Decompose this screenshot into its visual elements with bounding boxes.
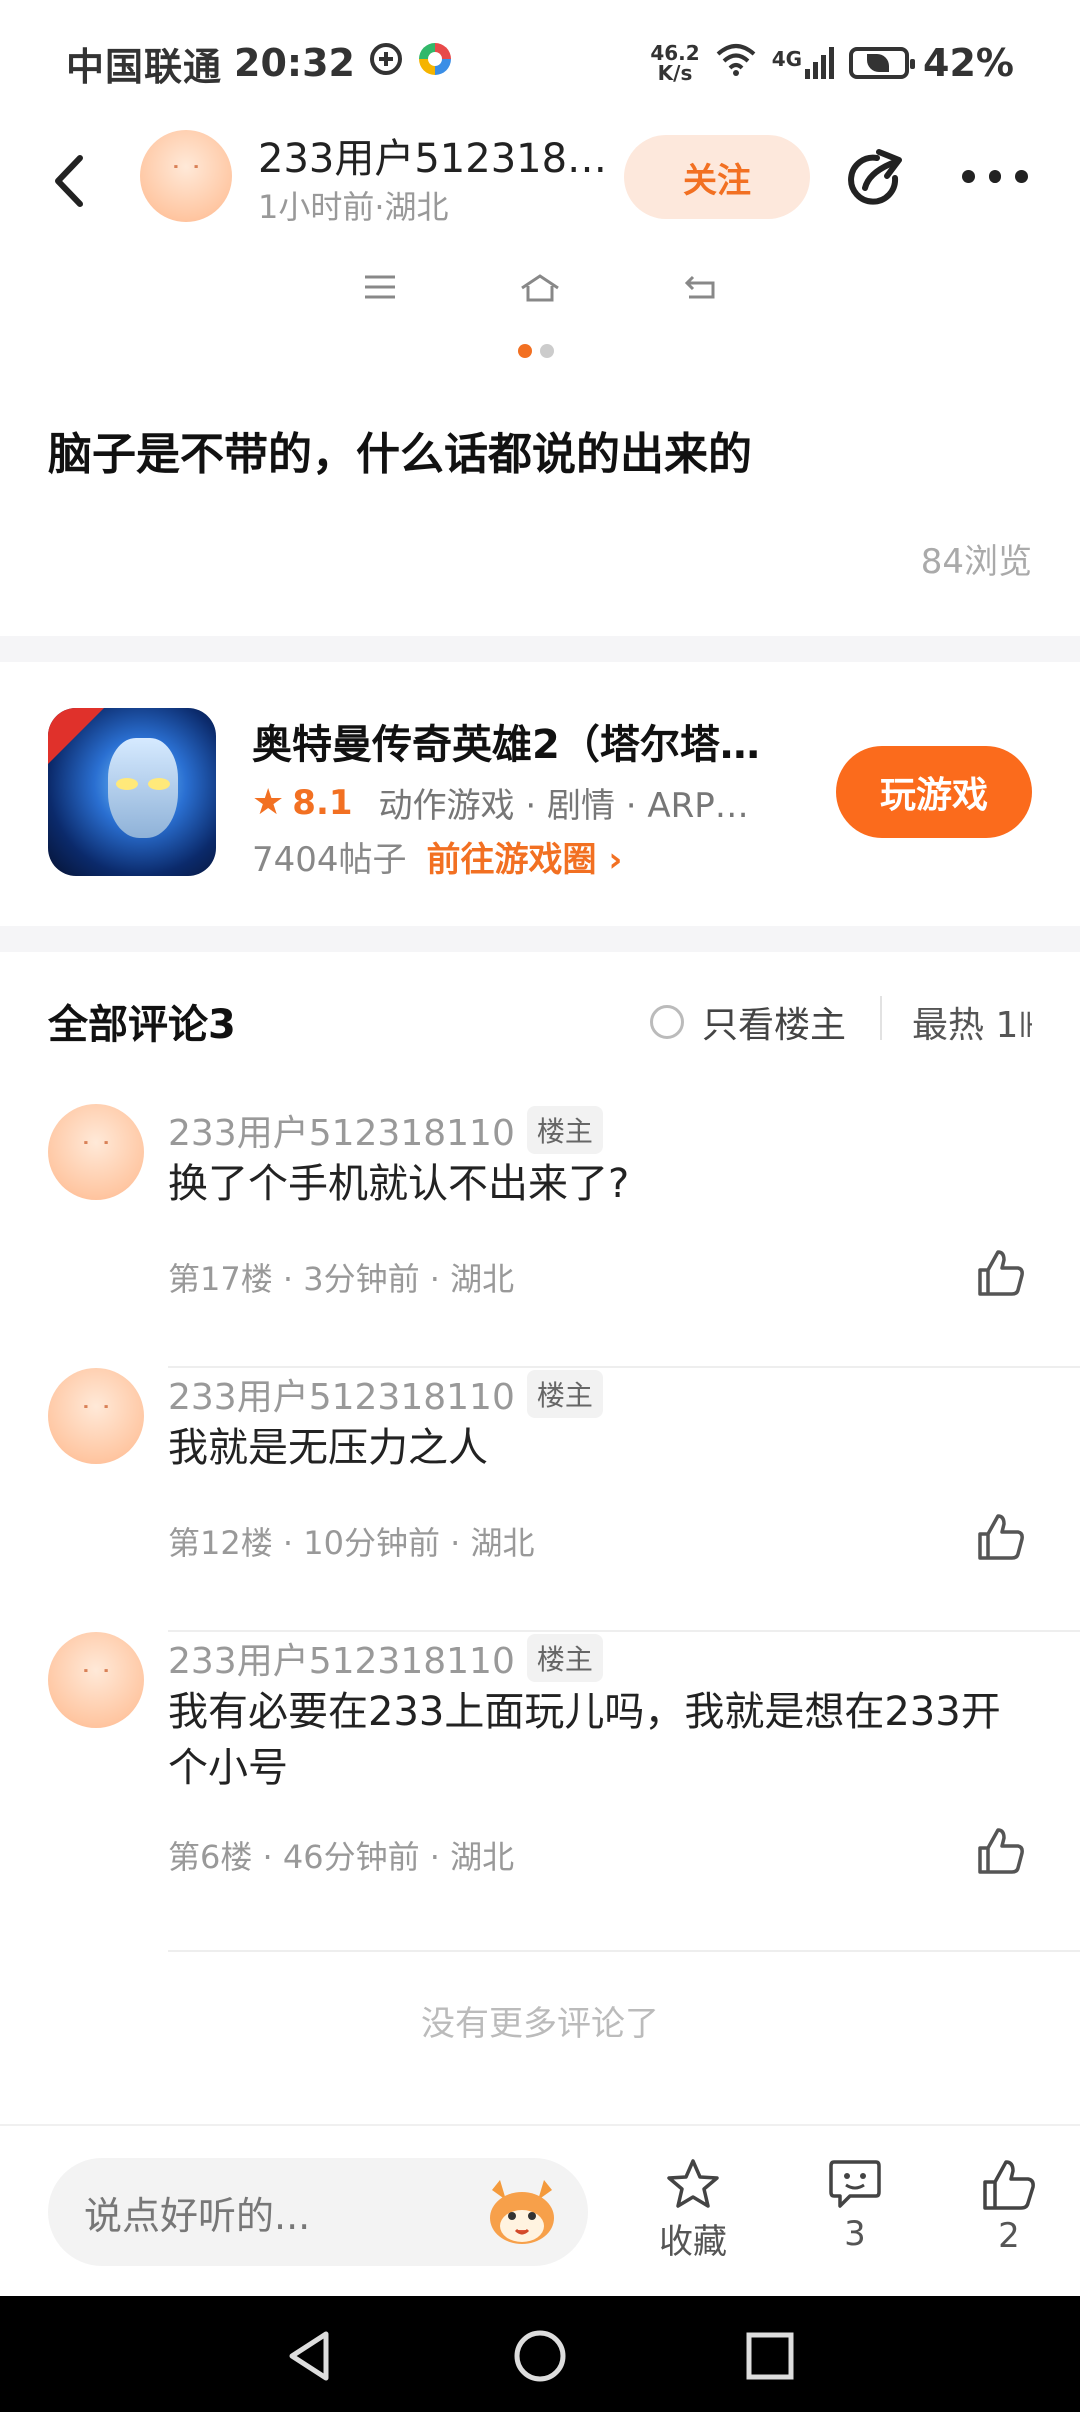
follow-button[interactable]: 关注 xyxy=(624,135,810,219)
game-rating: 8.1 xyxy=(292,782,353,823)
like-count: 2 xyxy=(998,2216,1020,2256)
comment-count: 3 xyxy=(844,2214,866,2254)
divider xyxy=(880,996,882,1040)
post-content: 脑子是不带的，什么话都说的出来的 84浏览 xyxy=(0,236,1080,636)
commenter-avatar[interactable]: ˙ ˙ xyxy=(48,1104,144,1200)
only-owner-toggle[interactable]: 只看楼主 xyxy=(650,996,846,1048)
signal-icon: 4G xyxy=(772,47,835,79)
game-post-count: 7404帖子 xyxy=(252,840,407,880)
clock: 20:32 xyxy=(234,41,355,85)
commenter-avatar[interactable]: ˙ ˙ xyxy=(48,1632,144,1728)
comment-text: 我就是无压力之人 xyxy=(168,1425,488,1471)
comment-meta: 第6楼 · 46分钟前 · 湖北 xyxy=(168,1838,515,1876)
comment-item: ˙ ˙ 233用户512318110 楼主 我就是无压力之人 第12楼 · 10… xyxy=(0,1368,1080,1632)
mascot-emoji-icon[interactable] xyxy=(482,2176,562,2248)
avatar-face-icon: ˙ ˙ xyxy=(169,162,203,190)
commenter-name[interactable]: 233用户512318110 楼主 xyxy=(168,1632,603,1684)
post-time-location: 1小时前·湖北 xyxy=(258,188,449,226)
system-nav-bar xyxy=(0,2296,1080,2412)
like-button[interactable]: 2 xyxy=(954,2158,1064,2268)
menu-icon[interactable] xyxy=(350,267,410,307)
nav-back-icon[interactable] xyxy=(282,2328,338,2384)
image-pager-dots xyxy=(518,344,554,358)
status-bar: 中国联通 20:32 46.2 K/s 4G 42% xyxy=(0,0,1080,126)
wifi-icon xyxy=(714,41,758,85)
view-count: 84浏览 xyxy=(920,542,1032,582)
bottom-action-bar: 说点好听的... 收藏 3 2 xyxy=(0,2124,1080,2296)
battery-level: 42% xyxy=(923,41,1014,85)
more-options-icon[interactable] xyxy=(962,166,1029,186)
comment-meta: 第17楼 · 3分钟前 · 湖北 xyxy=(168,1260,515,1298)
comment-item: ˙ ˙ 233用户512318110 楼主 换了个手机就认不出来了? 第17楼 … xyxy=(0,1104,1080,1368)
author-name[interactable]: 233用户5123181… xyxy=(258,126,618,184)
comment-text: 我有必要在233上面玩儿吗，我就是想在233开个小号 xyxy=(168,1689,1001,1791)
game-info-row: ★ 8.1 动作游戏 · 剧情 · ARP… xyxy=(252,778,772,827)
comments-section: 全部评论3 只看楼主 最热 1⊩ ˙ ˙ 233用户512318110 楼主 换… xyxy=(0,952,1080,2124)
goto-game-circle-link[interactable]: 前往游戏圈 › xyxy=(427,832,623,881)
game-icon[interactable] xyxy=(48,708,216,876)
game-card[interactable]: 奥特曼传奇英雄2（塔尔塔… ★ 8.1 动作游戏 · 剧情 · ARP… 740… xyxy=(0,662,1080,926)
commenter-avatar[interactable]: ˙ ˙ xyxy=(48,1368,144,1464)
comment-meta: 第12楼 · 10分钟前 · 湖北 xyxy=(168,1524,535,1562)
owner-badge: 楼主 xyxy=(526,1634,603,1682)
play-game-button[interactable]: 玩游戏 xyxy=(836,746,1032,838)
pager-dot xyxy=(540,344,554,358)
colorful-app-icon xyxy=(417,41,453,86)
comment-text: 换了个手机就认不出来了? xyxy=(168,1161,630,1207)
battery-icon xyxy=(849,47,916,79)
nav-recents-icon[interactable] xyxy=(742,2328,798,2384)
pager-dot-active xyxy=(518,344,532,358)
like-icon[interactable] xyxy=(976,1512,1026,1562)
like-icon[interactable] xyxy=(976,1248,1026,1298)
return-icon[interactable] xyxy=(670,267,730,307)
comments-header: 全部评论3 xyxy=(48,1002,236,1048)
back-button[interactable] xyxy=(50,154,90,208)
owner-badge: 楼主 xyxy=(526,1370,603,1418)
commenter-name[interactable]: 233用户512318110 楼主 xyxy=(168,1104,603,1156)
favorite-button[interactable]: 收藏 xyxy=(638,2158,748,2268)
owner-badge: 楼主 xyxy=(526,1106,603,1154)
image-toolbar xyxy=(350,262,730,312)
sort-hot-button[interactable]: 最热 1⊩ xyxy=(912,996,1032,1048)
star-icon: ★ xyxy=(252,782,285,823)
game-posts-row: 7404帖子 前往游戏圈 › xyxy=(252,832,622,881)
home-icon[interactable] xyxy=(510,267,570,307)
favorite-label: 收藏 xyxy=(659,2222,727,2262)
nav-home-icon[interactable] xyxy=(512,2328,568,2384)
post-header: ˙ ˙ 233用户5123181… 1小时前·湖北 关注 xyxy=(0,126,1080,236)
commenter-name[interactable]: 233用户512318110 楼主 xyxy=(168,1368,603,1420)
net-speed: 46.2 K/s xyxy=(650,41,700,85)
no-more-comments: 没有更多评论了 xyxy=(421,2004,659,2044)
comment-button[interactable]: 3 xyxy=(800,2158,910,2268)
author-avatar[interactable]: ˙ ˙ xyxy=(140,130,232,222)
share-icon[interactable] xyxy=(843,148,907,212)
like-icon[interactable] xyxy=(976,1826,1026,1876)
game-genre: 动作游戏 · 剧情 · ARP… xyxy=(378,786,749,826)
post-title: 脑子是不带的，什么话都说的出来的 xyxy=(48,429,752,480)
app-notification-icon xyxy=(369,41,403,85)
comment-item: ˙ ˙ 233用户512318110 楼主 我有必要在233上面玩儿吗，我就是想… xyxy=(0,1632,1080,1952)
game-name[interactable]: 奥特曼传奇英雄2（塔尔塔… xyxy=(252,712,792,770)
radio-icon[interactable] xyxy=(650,1005,684,1039)
comment-input[interactable]: 说点好听的... xyxy=(48,2158,588,2266)
carrier-label: 中国联通 xyxy=(66,44,223,89)
